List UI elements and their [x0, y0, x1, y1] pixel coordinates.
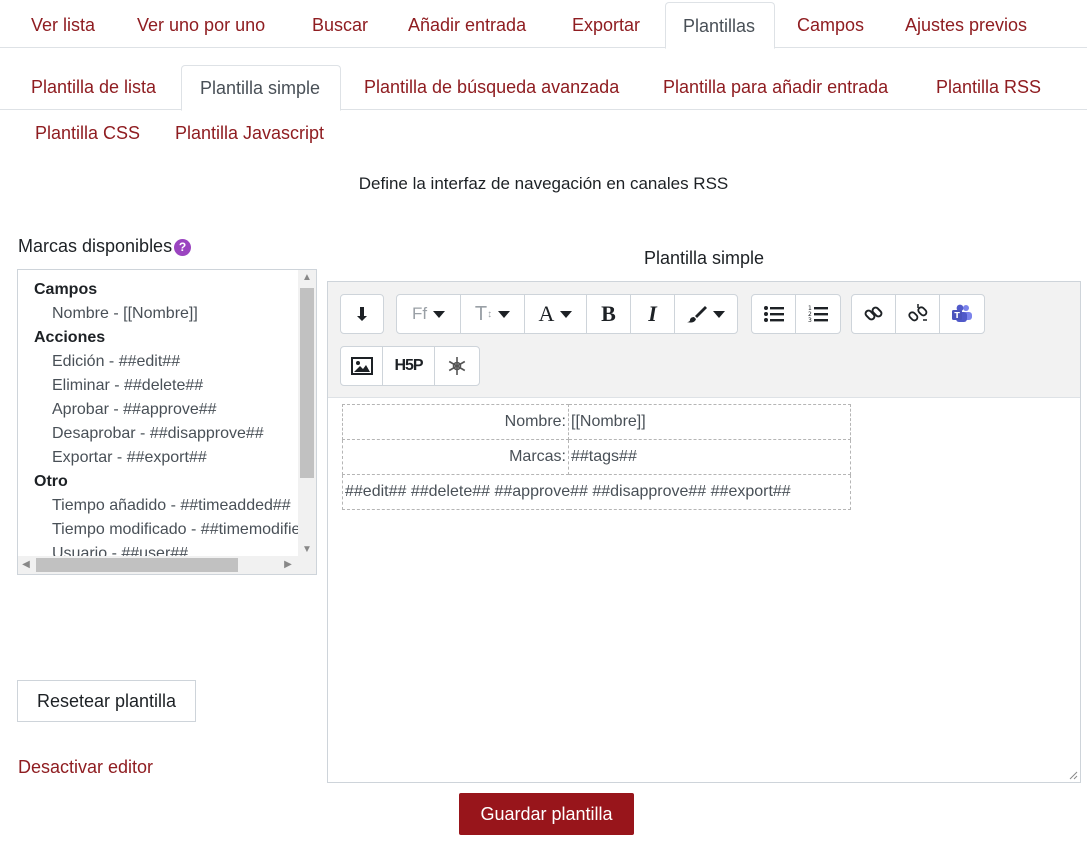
horizontal-scrollbar[interactable]: ◀ ▶: [18, 556, 316, 574]
teams-icon[interactable]: T: [940, 295, 984, 333]
tab-plantilla-anadir-entrada[interactable]: Plantilla para añadir entrada: [651, 65, 900, 110]
row-label: Nombre:: [342, 404, 569, 440]
svg-text:T: T: [954, 311, 960, 320]
template-table: Nombre: [[Nombre]] Marcas: ##tags## ##ed…: [342, 404, 851, 510]
tab-exportar[interactable]: Exportar: [560, 2, 652, 48]
row-value: [[Nombre]]: [568, 404, 851, 440]
tab-plantilla-javascript[interactable]: Plantilla Javascript: [163, 114, 336, 152]
template-tabs: Plantilla de lista Plantilla simple Plan…: [0, 65, 1087, 111]
tab-plantilla-busqueda-avanzada[interactable]: Plantilla de búsqueda avanzada: [352, 65, 631, 110]
tab-campos[interactable]: Campos: [785, 2, 876, 48]
tab-buscar[interactable]: Buscar: [300, 2, 380, 48]
tag-list-content: Campos Nombre - [[Nombre]] Acciones Edic…: [18, 270, 300, 558]
scroll-right-icon[interactable]: ▶: [280, 556, 296, 574]
editor-title: Plantilla simple: [643, 248, 765, 268]
scroll-left-icon[interactable]: ◀: [18, 556, 34, 574]
tag-item[interactable]: Tiempo modificado - ##timemodified##: [34, 518, 300, 542]
available-tags-heading: Marcas disponibles?: [18, 236, 192, 257]
font-color-icon[interactable]: A: [525, 295, 587, 333]
tab-ajustes-previos[interactable]: Ajustes previos: [893, 2, 1039, 48]
image-icon[interactable]: [341, 347, 383, 385]
tab-ver-uno-por-uno[interactable]: Ver uno por uno: [125, 2, 277, 48]
toolbar-group-links: T: [851, 294, 985, 334]
row-label: Marcas:: [342, 439, 569, 475]
horizontal-scroll-thumb[interactable]: [36, 558, 238, 572]
reset-template-button[interactable]: Resetear plantilla: [17, 680, 196, 722]
svg-text:3: 3: [808, 317, 812, 323]
toolbar-group-lists: 123: [751, 294, 841, 334]
vertical-scrollbar[interactable]: ▲ ▼: [298, 270, 316, 558]
paintbrush-icon[interactable]: [675, 295, 737, 333]
toolbar-group-font: Ff T ↕ A B I: [396, 294, 738, 334]
editor-content[interactable]: Nombre: [[Nombre]] Marcas: ##tags## ##ed…: [342, 404, 851, 510]
tag-item[interactable]: Nombre - [[Nombre]]: [34, 302, 300, 326]
save-template-button[interactable]: Guardar plantilla: [459, 793, 634, 835]
available-tags-label: Marcas disponibles: [18, 236, 173, 256]
disable-editor-link[interactable]: Desactivar editor: [18, 757, 153, 778]
h5p-icon[interactable]: H5P: [383, 347, 435, 385]
font-family-icon[interactable]: Ff: [397, 295, 461, 333]
tag-item[interactable]: Aprobar - ##approve##: [34, 398, 300, 422]
question-circle-icon[interactable]: ?: [174, 239, 192, 256]
tab-plantilla-simple[interactable]: Plantilla simple: [181, 65, 341, 111]
table-row: ##edit## ##delete## ##approve## ##disapp…: [342, 474, 851, 510]
row-value: ##tags##: [568, 439, 851, 475]
resize-handle-icon[interactable]: [1068, 770, 1078, 780]
unordered-list-icon[interactable]: [752, 295, 796, 333]
tag-item[interactable]: Exportar - ##export##: [34, 446, 300, 470]
tab-ver-lista[interactable]: Ver lista: [19, 2, 107, 48]
more-icon[interactable]: [341, 295, 383, 333]
toolbar-group-media: H5P: [340, 346, 480, 386]
tag-item[interactable]: Tiempo añadido - ##timeadded##: [34, 494, 300, 518]
tab-plantilla-rss[interactable]: Plantilla RSS: [924, 65, 1053, 110]
available-tags-list[interactable]: Campos Nombre - [[Nombre]] Acciones Edic…: [17, 269, 317, 575]
tab-plantillas[interactable]: Plantillas: [665, 2, 775, 49]
tag-item[interactable]: Desaprobar - ##disapprove##: [34, 422, 300, 446]
tag-group-otro: Otro: [34, 473, 68, 490]
italic-icon[interactable]: I: [631, 295, 675, 333]
tab-plantilla-de-lista[interactable]: Plantilla de lista: [19, 65, 168, 110]
font-size-icon[interactable]: T ↕: [461, 295, 525, 333]
vertical-scroll-thumb[interactable]: [300, 288, 314, 478]
toolbar-group-more: [340, 294, 384, 334]
scroll-up-icon[interactable]: ▲: [298, 270, 316, 286]
tag-group-campos: Campos: [34, 281, 98, 298]
tab-plantilla-css[interactable]: Plantilla CSS: [23, 114, 152, 152]
table-row: Nombre: [[Nombre]]: [342, 404, 851, 440]
table-row: Marcas: ##tags##: [342, 439, 851, 475]
ordered-list-icon[interactable]: 123: [796, 295, 840, 333]
bold-icon[interactable]: B: [587, 295, 631, 333]
main-tabs: Ver lista Ver uno por uno Buscar Añadir …: [0, 0, 1087, 49]
link-icon[interactable]: [852, 295, 896, 333]
tab-anadir-entrada[interactable]: Añadir entrada: [396, 2, 538, 48]
unlink-icon[interactable]: [896, 295, 940, 333]
tag-item[interactable]: Edición - ##edit##: [34, 350, 300, 374]
actions-cell: ##edit## ##delete## ##approve## ##disapp…: [342, 474, 851, 510]
template-editor[interactable]: Ff T ↕ A B I 123 T H5P Nombre: [[Nombre]…: [327, 281, 1081, 783]
tag-item[interactable]: Eliminar - ##delete##: [34, 374, 300, 398]
snowflake-icon[interactable]: [435, 347, 479, 385]
tag-group-acciones: Acciones: [34, 329, 106, 346]
editor-toolbar: Ff T ↕ A B I 123 T H5P: [328, 282, 1080, 398]
template-description: Define la interfaz de navegación en cana…: [358, 174, 729, 193]
